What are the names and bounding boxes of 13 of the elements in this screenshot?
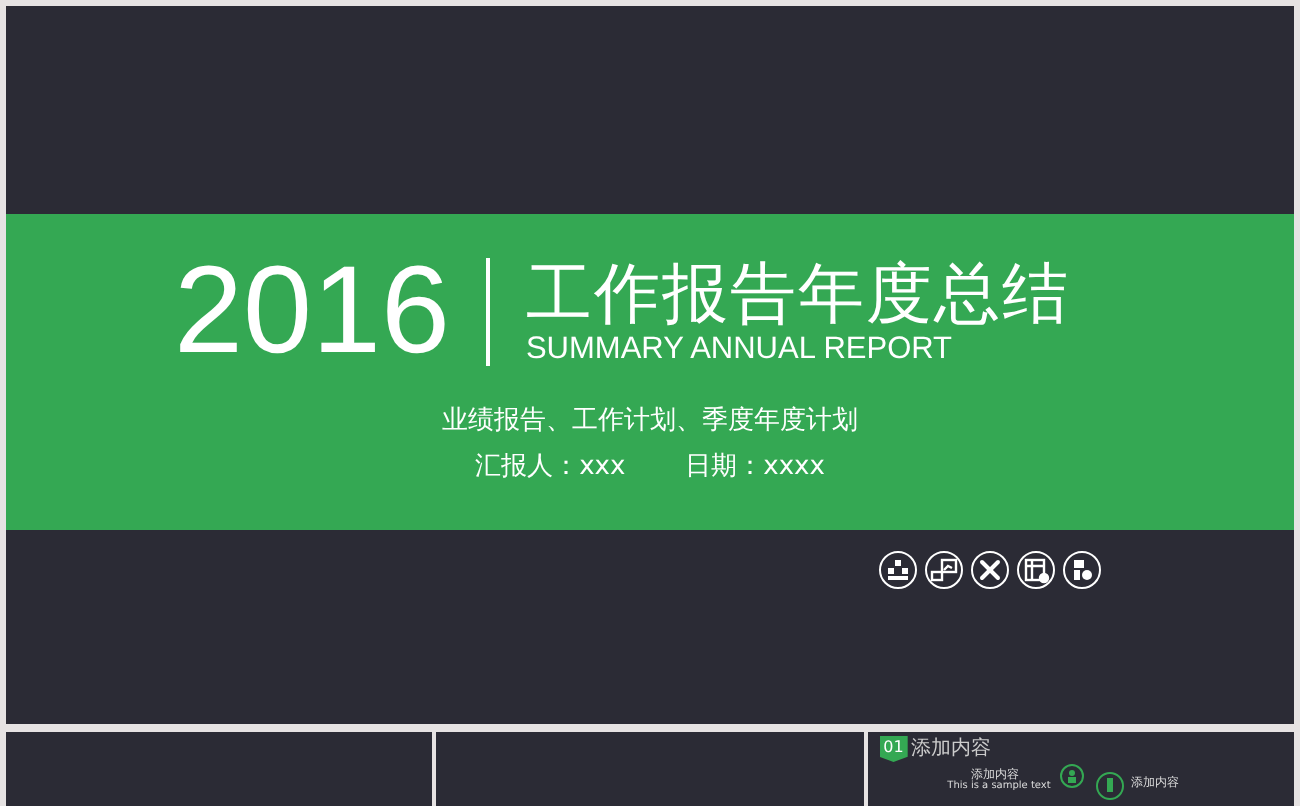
reporter-text: 汇报人：xxx: [475, 450, 626, 484]
date-text: 日期：xxxx: [685, 450, 825, 484]
tagline: 业绩报告、工作计划、季度年度计划: [442, 404, 858, 438]
year-text: 2016: [174, 250, 450, 374]
thumbnail-heading: 添加内容: [911, 735, 992, 762]
calendar-icon: [1016, 550, 1056, 590]
number-badge: 01: [879, 736, 908, 762]
slide-thumbnail[interactable]: [436, 732, 864, 806]
slide-thumbnail[interactable]: [6, 732, 433, 806]
person-icon: [1059, 764, 1084, 788]
chart-board-icon: [924, 550, 964, 590]
slide-subtitle: SUMMARY ANNUAL REPORT: [525, 331, 955, 366]
slide-title: 工作报告年度总结: [525, 258, 1070, 332]
